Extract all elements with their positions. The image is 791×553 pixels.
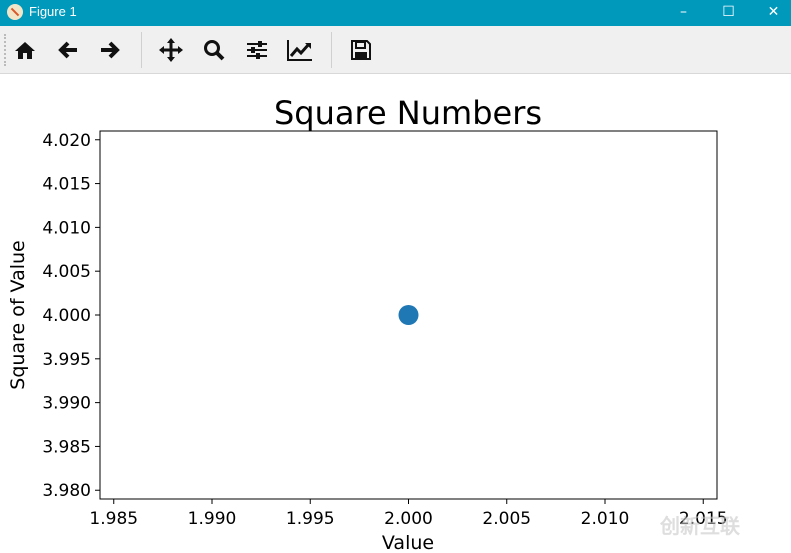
y-tick-label: 3.985 — [42, 437, 91, 457]
minimize-icon: – — [680, 4, 687, 20]
x-tick-label: 1.990 — [188, 509, 237, 529]
y-tick-label: 4.000 — [42, 306, 91, 326]
edit-axis-icon — [287, 40, 312, 61]
x-axis-label: Value — [382, 532, 434, 553]
home-button[interactable] — [10, 35, 40, 65]
x-tick-label: 2.010 — [581, 509, 630, 529]
toolbar-separator — [141, 32, 142, 68]
save-button[interactable] — [346, 35, 376, 65]
y-tick-label: 3.990 — [42, 394, 91, 414]
y-tick-label: 3.995 — [42, 350, 91, 370]
maximize-button[interactable]: ☐ — [706, 0, 751, 26]
y-axis: 3.980 3.985 3.990 3.995 4.000 4.005 4.010 4.015… — [42, 131, 100, 501]
pan-button[interactable] — [156, 35, 186, 65]
zoom-icon — [204, 40, 225, 61]
x-tick-label: 1.995 — [286, 509, 335, 529]
forward-icon — [101, 41, 120, 59]
y-tick-label: 4.010 — [42, 218, 91, 238]
matplotlib-app-icon — [7, 4, 23, 20]
x-tick-label: 1.985 — [89, 509, 138, 529]
title-bar: Figure 1 – ☐ ✕ — [0, 0, 791, 26]
back-button[interactable] — [53, 35, 83, 65]
window-title: Figure 1 — [29, 4, 77, 19]
toolbar-grip[interactable] — [4, 34, 6, 66]
scatter-series — [398, 305, 419, 325]
zoom-button[interactable] — [199, 35, 229, 65]
y-axis-label: Square of Value — [7, 240, 29, 389]
watermark: 创新互联 — [660, 514, 740, 538]
y-tick-label: 4.015 — [42, 175, 91, 195]
y-tick-label: 3.980 — [42, 481, 91, 501]
close-button[interactable]: ✕ — [751, 0, 791, 26]
save-icon — [351, 40, 371, 60]
back-icon — [58, 41, 77, 59]
navigation-toolbar — [0, 26, 791, 74]
minimize-button[interactable]: – — [661, 0, 706, 26]
pan-icon — [159, 38, 183, 62]
figure-canvas[interactable]: Square Numbers 1.985 1.990 1.995 2.000 2.005… — [0, 74, 791, 553]
forward-button[interactable] — [95, 35, 125, 65]
y-tick-label: 4.020 — [42, 131, 91, 151]
x-tick-label: 2.000 — [384, 509, 433, 529]
chart-title: Square Numbers — [274, 94, 542, 132]
maximize-icon: ☐ — [722, 4, 735, 20]
edit-axis-button[interactable] — [285, 35, 315, 65]
x-axis: 1.985 1.990 1.995 2.000 2.005 2.010 2.015 — [89, 499, 728, 529]
toolbar-separator — [331, 32, 332, 68]
y-tick-label: 4.005 — [42, 262, 91, 282]
configure-subplots-icon — [247, 41, 267, 59]
home-icon — [15, 42, 35, 59]
configure-subplots-button[interactable] — [242, 35, 272, 65]
close-icon: ✕ — [767, 4, 780, 20]
data-point — [398, 305, 419, 325]
x-tick-label: 2.005 — [482, 509, 531, 529]
